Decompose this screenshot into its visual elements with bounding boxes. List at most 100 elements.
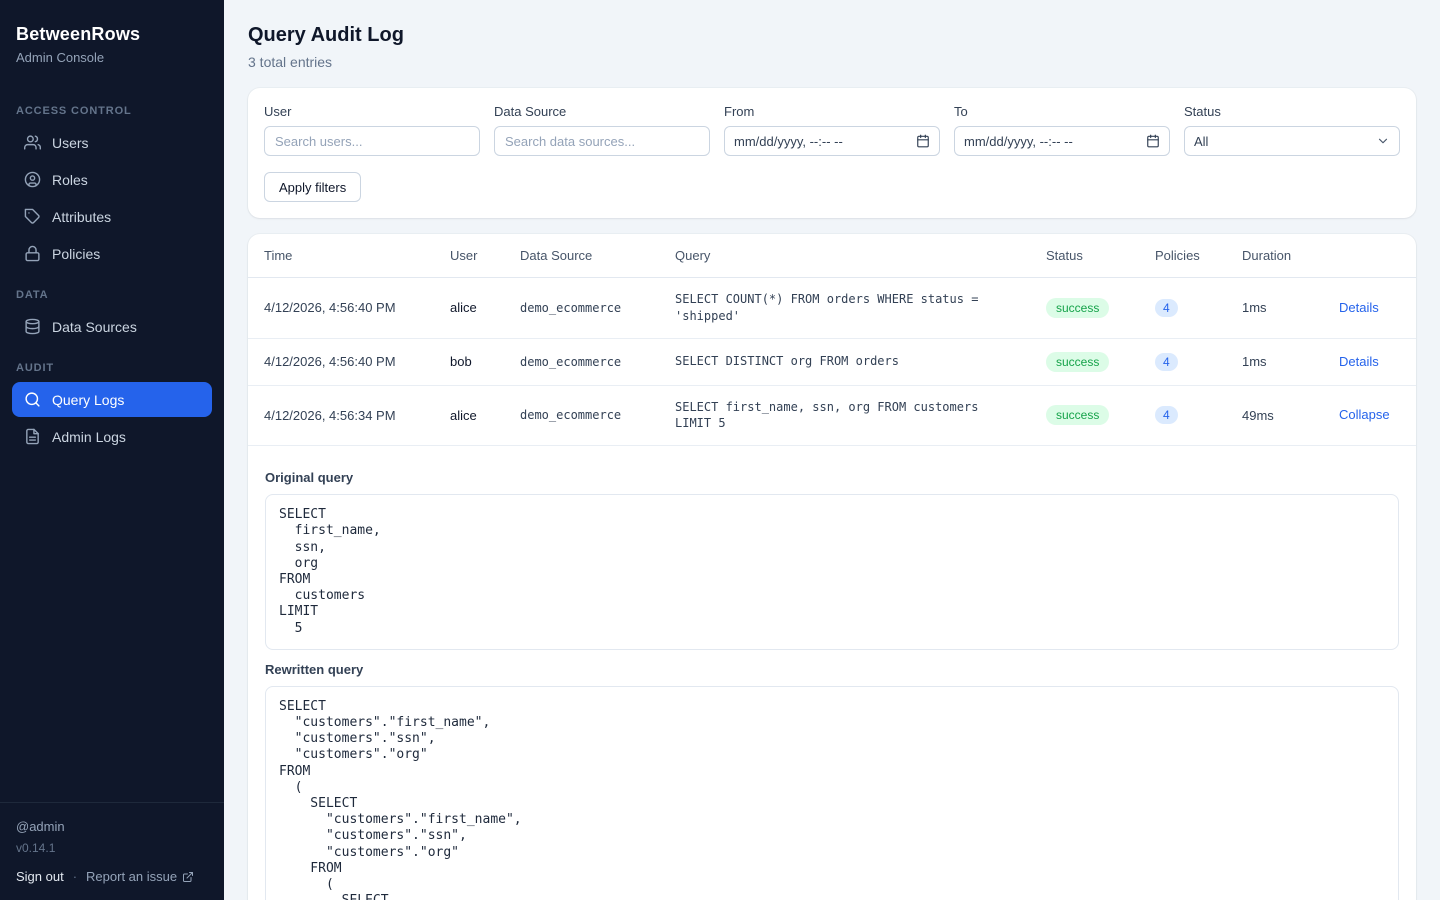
document-icon: [24, 428, 41, 445]
brand: BetweenRows Admin Console: [0, 0, 224, 83]
sidebar-item-label: Users: [52, 135, 89, 151]
app-version: v0.14.1: [16, 841, 208, 855]
filters-panel: User Data Source From mm/dd/yyyy, --:-- …: [248, 88, 1416, 218]
cell-status: success: [1030, 385, 1139, 446]
to-datetime-input[interactable]: mm/dd/yyyy, --:-- --: [954, 126, 1170, 156]
cell-status: success: [1030, 278, 1139, 339]
calendar-icon[interactable]: [1146, 134, 1160, 148]
sidebar-nav: Access Control Users Roles Attributes Po…: [0, 83, 224, 802]
chevron-down-icon: [1376, 134, 1390, 148]
col-header-duration: Duration: [1226, 234, 1323, 278]
search-icon: [24, 391, 41, 408]
original-query-code: SELECT first_name, ssn, org FROM custome…: [265, 494, 1399, 650]
filter-user: User: [264, 104, 480, 156]
cell-status: success: [1030, 338, 1139, 385]
nav-section-data: Data: [0, 273, 224, 307]
audit-log-table: Time User Data Source Query Status Polic…: [248, 234, 1416, 900]
sidebar-item-attributes[interactable]: Attributes: [12, 199, 212, 234]
main-content: Query Audit Log 3 total entries User Dat…: [224, 0, 1440, 900]
cell-action: Collapse: [1323, 385, 1416, 446]
status-select-value: All: [1194, 134, 1208, 149]
sidebar-item-policies[interactable]: Policies: [12, 236, 212, 271]
footer-separator: ·: [73, 869, 77, 884]
filter-to-label: To: [954, 104, 1170, 119]
entries-count: 3 total entries: [248, 54, 1416, 70]
cell-data-source: demo_ecommerce: [504, 338, 659, 385]
policies-badge: 4: [1155, 406, 1178, 424]
table-row: 4/12/2026, 4:56:34 PM alice demo_ecommer…: [248, 385, 1416, 446]
sidebar-item-data-sources[interactable]: Data Sources: [12, 309, 212, 344]
sign-out-link[interactable]: Sign out: [16, 869, 64, 884]
query-log-table: Time User Data Source Query Status Polic…: [248, 234, 1416, 446]
from-datetime-input[interactable]: mm/dd/yyyy, --:-- --: [724, 126, 940, 156]
cell-query: SELECT DISTINCT org FROM orders: [659, 338, 1030, 385]
cell-duration: 1ms: [1226, 338, 1323, 385]
table-row: 4/12/2026, 4:56:40 PM alice demo_ecommer…: [248, 278, 1416, 339]
cell-time: 4/12/2026, 4:56:40 PM: [248, 278, 434, 339]
filter-data-source-label: Data Source: [494, 104, 710, 119]
filter-status: Status All: [1184, 104, 1400, 156]
details-link[interactable]: Details: [1339, 354, 1379, 369]
tag-icon: [24, 208, 41, 225]
cell-query: SELECT first_name, ssn, org FROM custome…: [659, 385, 1030, 446]
external-link-icon: [182, 871, 194, 883]
report-issue-link[interactable]: Report an issue: [86, 869, 194, 884]
role-icon: [24, 171, 41, 188]
user-search-input[interactable]: [264, 126, 480, 156]
page-title: Query Audit Log: [248, 24, 1416, 47]
original-query-label: Original query: [265, 470, 1399, 485]
data-source-search-input[interactable]: [494, 126, 710, 156]
to-datetime-value: mm/dd/yyyy, --:-- --: [964, 134, 1073, 149]
sidebar-item-label: Query Logs: [52, 392, 124, 408]
filter-to: To mm/dd/yyyy, --:-- --: [954, 104, 1170, 156]
filter-status-label: Status: [1184, 104, 1400, 119]
collapse-link[interactable]: Collapse: [1339, 407, 1390, 422]
status-badge: success: [1046, 405, 1109, 425]
policies-badge: 4: [1155, 353, 1178, 371]
lock-icon: [24, 245, 41, 262]
cell-data-source: demo_ecommerce: [504, 278, 659, 339]
cell-user: alice: [434, 278, 504, 339]
sidebar-item-roles[interactable]: Roles: [12, 162, 212, 197]
filter-row: User Data Source From mm/dd/yyyy, --:-- …: [264, 104, 1400, 156]
database-icon: [24, 318, 41, 335]
cell-duration: 49ms: [1226, 385, 1323, 446]
filter-from: From mm/dd/yyyy, --:-- --: [724, 104, 940, 156]
col-header-user: User: [434, 234, 504, 278]
apply-filters-button[interactable]: Apply filters: [264, 172, 361, 202]
table-header-row: Time User Data Source Query Status Polic…: [248, 234, 1416, 278]
nav-section-access-control: Access Control: [0, 89, 224, 123]
sidebar-item-label: Admin Logs: [52, 429, 126, 445]
filter-user-label: User: [264, 104, 480, 119]
cell-policies: 4: [1139, 338, 1226, 385]
filter-from-label: From: [724, 104, 940, 119]
col-header-data-source: Data Source: [504, 234, 659, 278]
expanded-query-panel: Original query SELECT first_name, ssn, o…: [248, 446, 1416, 900]
cell-query: SELECT COUNT(*) FROM orders WHERE status…: [659, 278, 1030, 339]
calendar-icon[interactable]: [916, 134, 930, 148]
col-header-query: Query: [659, 234, 1030, 278]
cell-action: Details: [1323, 338, 1416, 385]
cell-action: Details: [1323, 278, 1416, 339]
policies-badge: 4: [1155, 299, 1178, 317]
nav-section-audit: Audit: [0, 346, 224, 380]
sidebar-item-users[interactable]: Users: [12, 125, 212, 160]
report-issue-label: Report an issue: [86, 869, 177, 884]
app-title: BetweenRows: [16, 24, 208, 45]
status-badge: success: [1046, 298, 1109, 318]
rewritten-query-code: SELECT "customers"."first_name", "custom…: [265, 686, 1399, 900]
status-select[interactable]: All: [1184, 126, 1400, 156]
sidebar-footer: @admin v0.14.1 Sign out · Report an issu…: [0, 802, 224, 900]
sidebar-item-admin-logs[interactable]: Admin Logs: [12, 419, 212, 454]
rewritten-query-label: Rewritten query: [265, 662, 1399, 677]
sidebar-item-query-logs[interactable]: Query Logs: [12, 382, 212, 417]
details-link[interactable]: Details: [1339, 300, 1379, 315]
sidebar-item-label: Roles: [52, 172, 88, 188]
col-header-policies: Policies: [1139, 234, 1226, 278]
cell-policies: 4: [1139, 385, 1226, 446]
col-header-status: Status: [1030, 234, 1139, 278]
app-subtitle: Admin Console: [16, 50, 208, 65]
cell-duration: 1ms: [1226, 278, 1323, 339]
filter-data-source: Data Source: [494, 104, 710, 156]
cell-policies: 4: [1139, 278, 1226, 339]
